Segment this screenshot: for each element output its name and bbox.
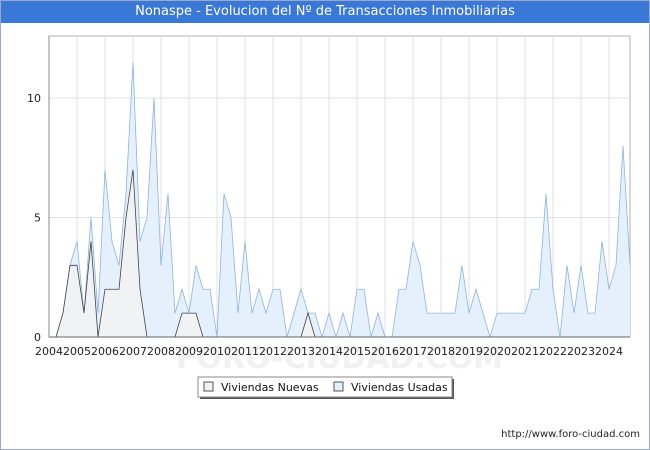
x-tick-label: 2013	[287, 345, 315, 358]
legend-item-viviendas-usadas-swatch	[333, 381, 344, 392]
x-tick-label: 2007	[119, 345, 147, 358]
x-tick-label: 2011	[231, 345, 259, 358]
x-tick-label: 2019	[455, 345, 483, 358]
x-tick-label: 2020	[483, 345, 511, 358]
x-tick-label: 2021	[511, 345, 539, 358]
y-tick-label: 0	[34, 331, 41, 344]
legend-item-viviendas-nuevas-swatch	[203, 381, 214, 392]
x-tick-label: 2024	[595, 345, 623, 358]
legend-item-viviendas-nuevas-label: Viviendas Nuevas	[221, 381, 319, 394]
source-url[interactable]: http://www.foro-ciudad.com	[501, 429, 640, 440]
y-tick-label: 10	[27, 92, 41, 105]
x-tick-label: 2017	[399, 345, 427, 358]
chart-svg: FORO-CIUDAD.COM2004 2005 2006 2007 2008 2009 2…	[27, 35, 631, 399]
x-tick-label: 2010	[203, 345, 231, 358]
x-tick-label: 2015	[343, 345, 371, 358]
legend-item-viviendas-usadas-label: Viviendas Usadas	[351, 381, 448, 394]
x-tick-label: 2014	[315, 345, 343, 358]
x-tick-label: 2008	[147, 345, 175, 358]
x-tick-label: 2004	[35, 345, 63, 358]
x-tick-label: 2022	[539, 345, 567, 358]
x-tick-label: 2018	[427, 345, 455, 358]
x-tick-label: 2016	[371, 345, 399, 358]
x-tick-label: 2012	[259, 345, 287, 358]
x-tick-label: 2023	[567, 345, 595, 358]
y-tick-label: 5	[34, 212, 41, 225]
x-tick-label: 2006	[91, 345, 119, 358]
x-tick-label: 2009	[175, 345, 203, 358]
x-tick-label: 2005	[63, 345, 91, 358]
